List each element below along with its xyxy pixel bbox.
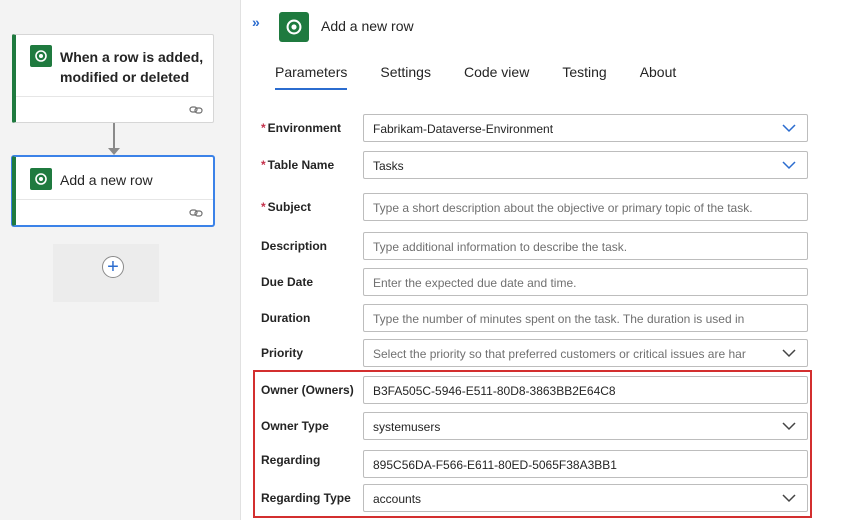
tab-parameters[interactable]: Parameters — [275, 64, 348, 90]
add-step-button[interactable]: + — [102, 256, 124, 278]
collapse-panel-icon[interactable]: » — [252, 14, 260, 30]
panel-title[interactable]: Add a new row — [321, 18, 414, 34]
designer-canvas: When a row is added, modified or deleted… — [0, 0, 241, 520]
tab-about[interactable]: About — [640, 64, 677, 90]
subject-placeholder: Type a short description about the objec… — [373, 201, 753, 215]
environment-row: * Environment Fabrikam-Dataverse-Environm… — [242, 114, 850, 144]
required-mark: * — [261, 158, 266, 172]
tab-code-view[interactable]: Code view — [464, 64, 529, 90]
description-row: Description Type additional information … — [242, 232, 850, 262]
priority-dropdown[interactable]: Select the priority so that preferred cu… — [363, 339, 808, 367]
duration-label: Duration — [261, 311, 311, 325]
dataverse-icon — [279, 12, 309, 42]
trigger-card[interactable]: When a row is added, modified or deleted — [12, 34, 214, 123]
table-name-dropdown[interactable]: Tasks — [363, 151, 808, 179]
duration-row: Duration Type the number of minutes spen… — [242, 304, 850, 334]
priority-placeholder: Select the priority so that preferred cu… — [373, 347, 746, 361]
table-name-value: Tasks — [373, 159, 404, 173]
description-label: Description — [261, 239, 328, 253]
environment-label: * Environment — [261, 121, 342, 135]
duration-placeholder: Type the number of minutes spent on the … — [373, 312, 745, 326]
chevron-down-icon[interactable] — [781, 346, 797, 360]
panel-tabs: Parameters Settings Code view Testing Ab… — [275, 64, 709, 90]
required-mark: * — [261, 200, 266, 214]
duration-input[interactable]: Type the number of minutes spent on the … — [363, 304, 808, 332]
due-date-label: Due Date — [261, 275, 314, 289]
action-card-title: Add a new row — [60, 172, 153, 188]
chevron-down-icon[interactable] — [781, 158, 797, 172]
action-card-add-new-row[interactable]: Add a new row — [12, 156, 214, 226]
environment-dropdown[interactable]: Fabrikam-Dataverse-Environment — [363, 114, 808, 142]
dataverse-icon — [30, 45, 52, 67]
dataverse-icon — [30, 168, 52, 190]
trigger-card-footer — [16, 96, 213, 122]
link-icon[interactable] — [189, 103, 203, 115]
chevron-down-icon[interactable] — [781, 121, 797, 135]
priority-row: Priority Select the priority so that pre… — [242, 339, 850, 369]
subject-label: * Subject — [261, 200, 312, 214]
required-mark: * — [261, 121, 266, 135]
link-icon[interactable] — [189, 206, 203, 218]
environment-value: Fabrikam-Dataverse-Environment — [373, 122, 554, 136]
due-date-input[interactable]: Enter the expected due date and time. — [363, 268, 808, 296]
subject-row: * Subject Type a short description about … — [242, 193, 850, 223]
description-placeholder: Type additional information to describe … — [373, 240, 628, 254]
subject-input[interactable]: Type a short description about the objec… — [363, 193, 808, 221]
due-date-row: Due Date Enter the expected due date and… — [242, 268, 850, 298]
trigger-card-title: When a row is added, modified or deleted — [60, 49, 204, 85]
action-card-footer — [16, 199, 213, 225]
highlight-box — [253, 370, 812, 518]
tab-testing[interactable]: Testing — [562, 64, 606, 90]
connector-arrow-icon — [108, 148, 120, 155]
connector-line — [113, 123, 115, 149]
tab-settings[interactable]: Settings — [380, 64, 431, 90]
priority-label: Priority — [261, 346, 304, 360]
description-input[interactable]: Type additional information to describe … — [363, 232, 808, 260]
table-name-label: * Table Name — [261, 158, 335, 172]
due-date-placeholder: Enter the expected due date and time. — [373, 276, 577, 290]
table-name-row: * Table Name Tasks — [242, 151, 850, 181]
